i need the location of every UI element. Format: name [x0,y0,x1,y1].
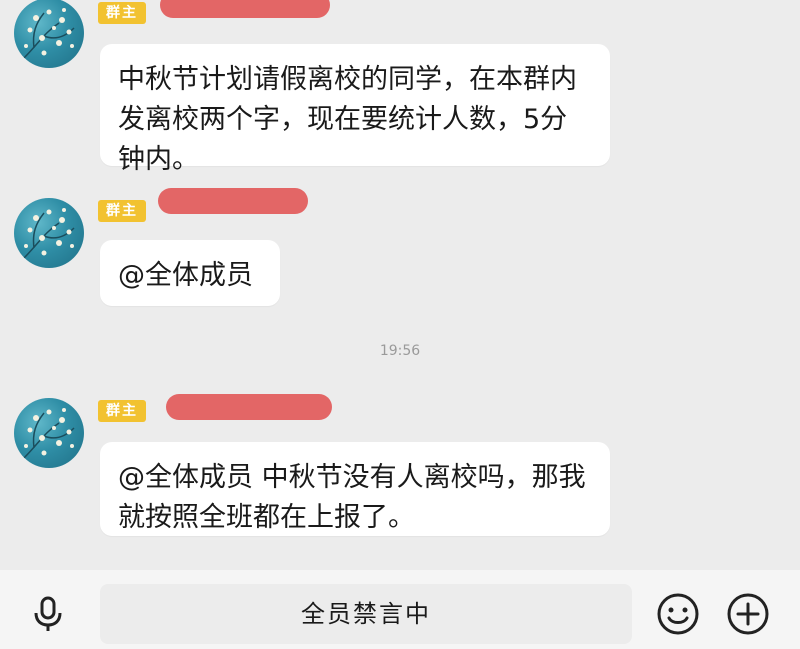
sender-name-redacted [158,188,308,214]
role-badge-owner: 群主 [98,200,146,222]
role-badge-owner: 群主 [98,400,146,422]
chat-screen: 群主 中秋节计划请假离校的同学，在本群内发离校两个字，现在要统计人数，5分钟内。… [0,0,800,649]
sender-avatar[interactable] [14,398,84,468]
microphone-icon[interactable] [28,594,68,634]
sender-avatar[interactable] [14,0,84,68]
sender-name-redacted [166,394,332,420]
role-badge-owner: 群主 [98,2,146,24]
input-bar: 全员禁言中 [0,570,800,649]
blossom-avatar-icon [23,208,75,259]
sender-name-redacted [160,0,330,18]
blossom-avatar-icon [23,408,75,459]
message-bubble[interactable]: @全体成员 [100,240,280,306]
plus-icon[interactable] [726,592,770,636]
message-text: @全体成员 [118,260,253,291]
muted-status-field: 全员禁言中 [100,584,632,644]
message-text: 中秋节计划请假离校的同学，在本群内发离校两个字，现在要统计人数，5分钟内。 [118,64,577,175]
sender-avatar[interactable] [14,198,84,268]
message-timestamp: 19:56 [379,343,421,359]
message-bubble[interactable]: 中秋节计划请假离校的同学，在本群内发离校两个字，现在要统计人数，5分钟内。 [100,44,610,175]
blossom-avatar-icon [23,8,75,59]
emoji-icon[interactable] [656,592,700,636]
message-bubble[interactable]: @全体成员 中秋节没有人离校吗，那我就按照全班都在上报了。 [100,442,610,536]
message-text: @全体成员 中秋节没有人离校吗，那我就按照全班都在上报了。 [118,462,586,533]
